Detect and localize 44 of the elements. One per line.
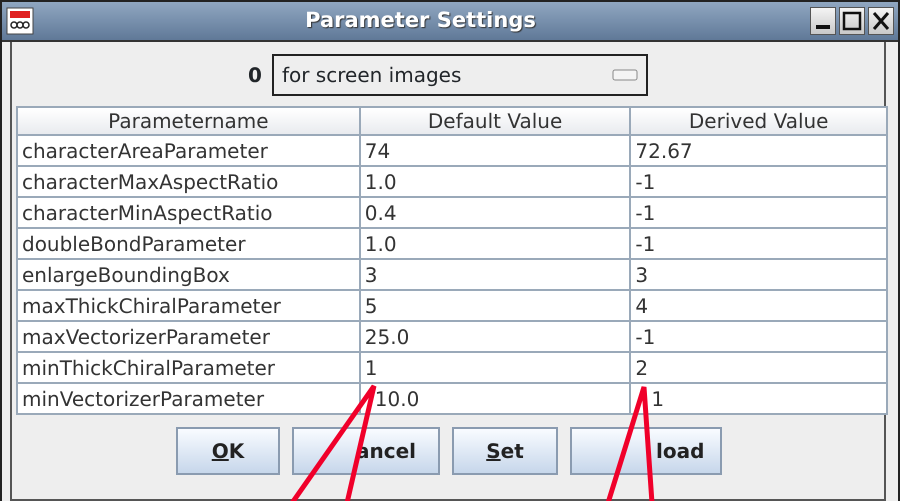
- table-cell: doubleBondParameter: [17, 228, 360, 259]
- table-cell: 72.67: [630, 135, 887, 166]
- table-cell: 3: [360, 259, 630, 290]
- table-cell: 1: [360, 352, 630, 383]
- column-header: Derived Value: [630, 107, 887, 135]
- table-cell: -1: [630, 321, 887, 352]
- dialog-button[interactable]: OK: [176, 427, 280, 475]
- table-cell: maxThickChiralParameter: [17, 290, 360, 321]
- table-cell: 4: [630, 290, 887, 321]
- table-cell: -1: [630, 228, 887, 259]
- dropdown-icon: [612, 68, 638, 82]
- preset-dropdown[interactable]: for screen images: [272, 54, 648, 96]
- table-cell: 74: [360, 135, 630, 166]
- table-cell: 3: [630, 259, 887, 290]
- table-cell: -1: [630, 197, 887, 228]
- table-cell: 1: [630, 383, 887, 414]
- maximize-icon: [841, 10, 863, 32]
- column-header: Parametername: [17, 107, 360, 135]
- minimize-icon: [816, 25, 830, 29]
- table-cell: characterMaxAspectRatio: [17, 166, 360, 197]
- table-cell: -1: [630, 166, 887, 197]
- preset-label: 0: [248, 62, 262, 89]
- table-cell: characterMinAspectRatio: [17, 197, 360, 228]
- table-cell: 1.0: [360, 228, 630, 259]
- table-cell: 0.4: [360, 197, 630, 228]
- close-icon: [870, 10, 892, 32]
- table-cell: 1.0: [360, 166, 630, 197]
- table-cell: minVectorizerParameter: [17, 383, 360, 414]
- maximize-button[interactable]: [839, 7, 865, 35]
- table-cell: 25.0: [360, 321, 630, 352]
- table-cell: minThickChiralParameter: [17, 352, 360, 383]
- table-cell: 10.0: [360, 383, 630, 414]
- column-header: Default Value: [360, 107, 630, 135]
- table-cell: enlargeBoundingBox: [17, 259, 360, 290]
- close-button[interactable]: [868, 7, 894, 35]
- dialog-button[interactable]: Set: [452, 427, 558, 475]
- table-cell: 2: [630, 352, 887, 383]
- app-icon: [6, 7, 34, 35]
- table-cell: maxVectorizerParameter: [17, 321, 360, 352]
- minimize-button[interactable]: [810, 7, 836, 35]
- dialog-button[interactable]: load: [570, 427, 722, 475]
- table-cell: characterAreaParameter: [17, 135, 360, 166]
- window-title: Parameter Settings: [304, 7, 537, 34]
- table-cell: 5: [360, 290, 630, 321]
